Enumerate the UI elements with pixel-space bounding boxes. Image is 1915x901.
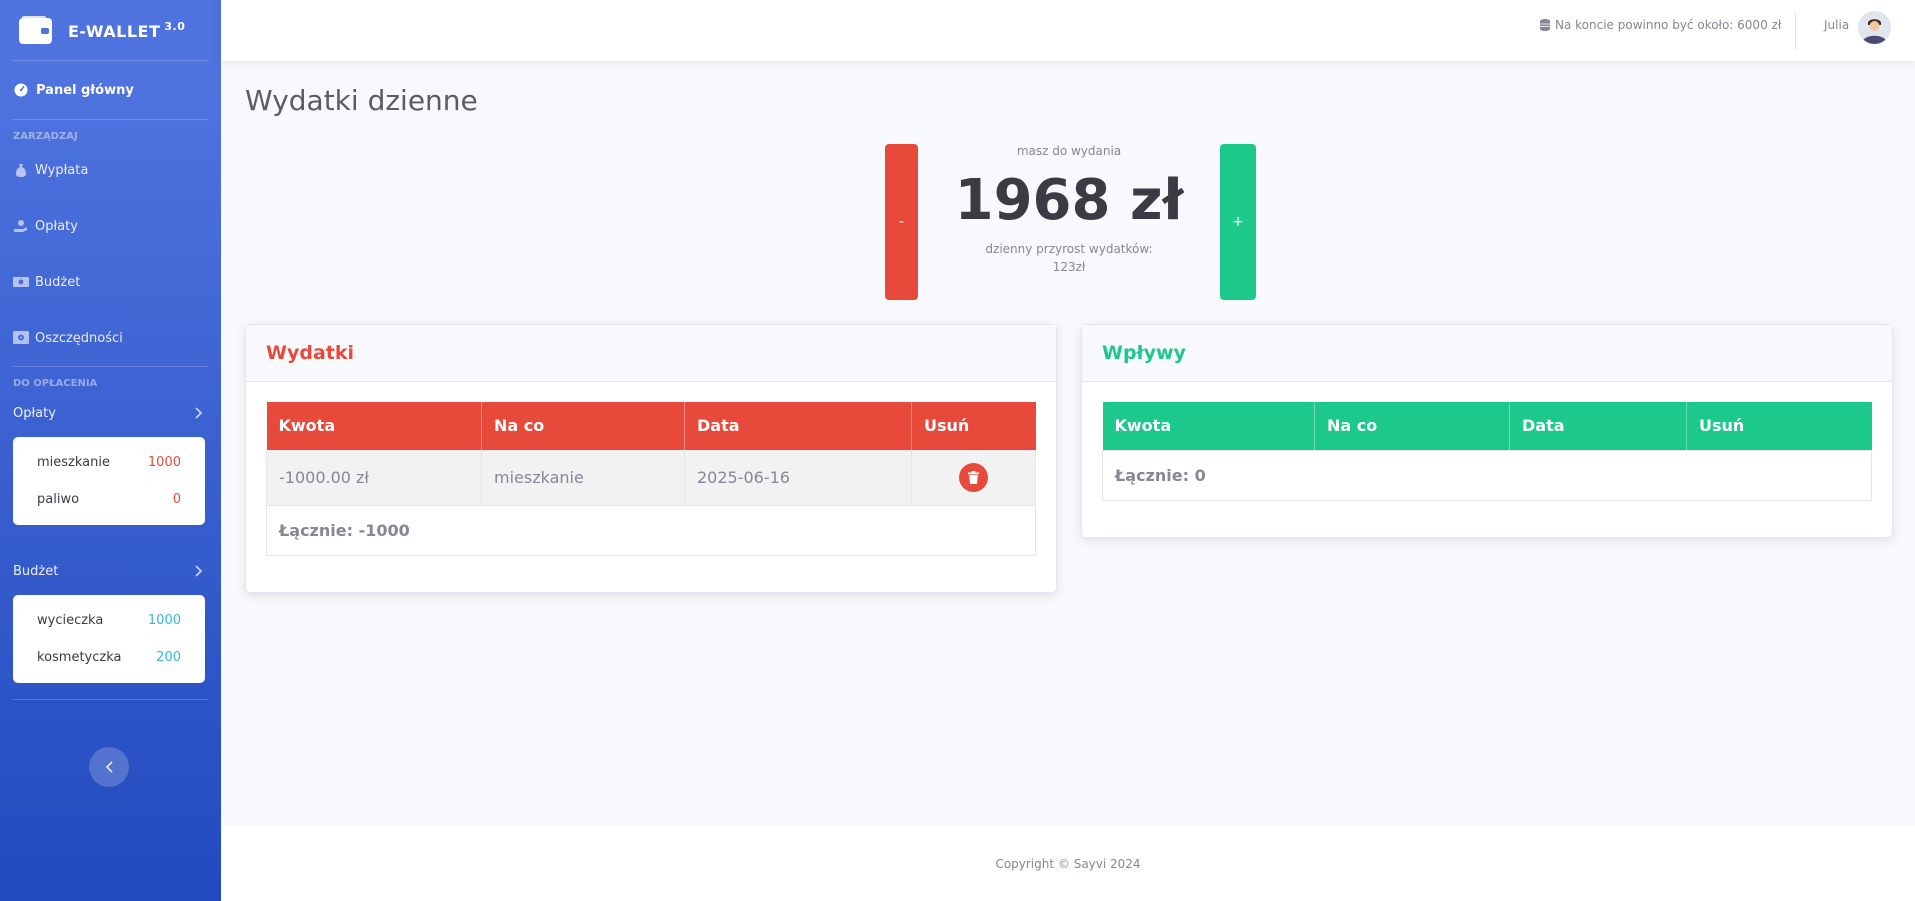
- fee-item[interactable]: mieszkanie 1000: [13, 444, 205, 481]
- table-row: -1000.00 zł mieszkanie 2025-06-16: [266, 449, 1036, 506]
- table-total-row: Łącznie: 0: [1102, 449, 1872, 501]
- sidebar-item-label: Oszczędności: [35, 330, 123, 346]
- fees-collapse-toggle[interactable]: Opłaty: [0, 389, 221, 437]
- user-name[interactable]: Julia: [1824, 18, 1849, 32]
- income-card-body: Kwota Na co Data Usuń Łącznie: 0: [1082, 382, 1892, 521]
- income-card-title: Wpływy: [1082, 325, 1892, 382]
- growth-info: dzienny przyrost wydatków: 123zł: [918, 240, 1220, 276]
- fees-collapse-title: Opłaty: [13, 405, 56, 421]
- cell-date: 2025-06-16: [684, 449, 912, 506]
- budget-value: 200: [156, 650, 181, 665]
- fee-value: 1000: [147, 455, 181, 470]
- account-info-text: Na koncie powinno być około: 6000 zł: [1555, 18, 1782, 32]
- subtract-button[interactable]: -: [885, 144, 918, 300]
- growth-label: dzienny przyrost wydatków:: [985, 241, 1153, 256]
- expenses-card-body: Kwota Na co Data Usuń -1000.00 zł mieszk…: [246, 382, 1056, 576]
- column-header[interactable]: Usuń: [1687, 402, 1872, 450]
- sidebar-heading-manage: ZARZĄDZAJ: [13, 131, 78, 142]
- chevron-right-icon: [195, 565, 203, 577]
- brand[interactable]: E-WALLET 3.0: [0, 0, 221, 60]
- fee-value: 0: [172, 492, 181, 507]
- table-header-row: Kwota Na co Data Usuń: [1102, 402, 1872, 450]
- budget-collapse-title: Budżet: [13, 563, 59, 579]
- safe-icon: [13, 331, 29, 345]
- sidebar-item-payout[interactable]: Wypłata: [0, 142, 221, 198]
- delete-button[interactable]: [959, 463, 988, 492]
- income-table: Kwota Na co Data Usuń Łącznie: 0: [1102, 402, 1872, 501]
- sidebar-item-label: Wypłata: [35, 162, 89, 178]
- user-avatar-icon: [1858, 11, 1891, 44]
- expenses-card-title: Wydatki: [246, 325, 1056, 382]
- fee-name: mieszkanie: [37, 455, 110, 470]
- banknote-icon: [13, 276, 29, 288]
- budget-collapse-list: wycieczka 1000 kosmetyczka 200: [13, 595, 205, 683]
- fee-item[interactable]: paliwo 0: [13, 481, 205, 518]
- sidebar-toggle-button[interactable]: [89, 747, 129, 787]
- spend-summary: masz do wydania 1968 zł dzienny przyrost…: [918, 144, 1220, 276]
- fee-name: paliwo: [37, 492, 80, 507]
- expenses-total: Łącznie: -1000: [266, 504, 1036, 556]
- trash-icon: [968, 471, 979, 484]
- page-title: Wydatki dzienne: [245, 84, 478, 117]
- column-header[interactable]: Kwota: [266, 402, 482, 450]
- copyright-text: Copyright © Sayvi 2024: [995, 856, 1141, 871]
- income-card: Wpływy Kwota Na co Data Usuń Łącznie: 0: [1081, 324, 1893, 538]
- brand-name: E-WALLET 3.0: [68, 19, 186, 41]
- tachometer-icon: [14, 83, 28, 97]
- topbar: Na koncie powinno być około: 6000 zł Jul…: [221, 0, 1915, 61]
- sidebar: E-WALLET 3.0 Panel główny ZARZĄDZAJ Wypła…: [0, 0, 221, 901]
- add-button[interactable]: +: [1220, 144, 1256, 300]
- expenses-card: Wydatki Kwota Na co Data Usuń -1000.00 z…: [245, 324, 1057, 593]
- budget-name: wycieczka: [37, 613, 104, 628]
- table-header-row: Kwota Na co Data Usuń: [266, 402, 1036, 450]
- sidebar-item-label: Opłaty: [35, 218, 78, 234]
- hand-coin-icon: [13, 219, 29, 233]
- budget-item[interactable]: wycieczka 1000: [13, 602, 205, 639]
- income-total: Łącznie: 0: [1102, 449, 1872, 501]
- spend-amount: 1968 zł: [954, 168, 1184, 233]
- table-total-row: Łącznie: -1000: [266, 504, 1036, 556]
- column-header[interactable]: Usuń: [912, 402, 1036, 450]
- sidebar-heading-due: DO OPŁACENIA: [13, 378, 98, 389]
- sidebar-divider: [13, 699, 208, 700]
- column-header[interactable]: Na co: [481, 402, 685, 450]
- to-spend-label: masz do wydania: [1016, 144, 1122, 158]
- column-header[interactable]: Na co: [1314, 402, 1510, 450]
- budget-name: kosmetyczka: [37, 650, 122, 665]
- sidebar-item-savings[interactable]: Oszczędności: [0, 310, 221, 366]
- sidebar-item-label: Budżet: [35, 274, 81, 290]
- avatar[interactable]: [1858, 11, 1891, 44]
- wallet-icon: [19, 16, 52, 44]
- sidebar-item-label: Panel główny: [36, 82, 134, 98]
- footer: Copyright © Sayvi 2024: [221, 826, 1915, 901]
- column-header[interactable]: Data: [684, 402, 912, 450]
- account-info: Na koncie powinno być około: 6000 zł: [1538, 18, 1781, 32]
- money-bag-icon: [13, 163, 29, 177]
- cell-for: mieszkanie: [481, 449, 685, 506]
- cell-amount: -1000.00 zł: [266, 449, 482, 506]
- sidebar-item-dashboard[interactable]: Panel główny: [0, 61, 221, 119]
- expenses-table: Kwota Na co Data Usuń -1000.00 zł mieszk…: [266, 402, 1036, 556]
- cell-delete: [911, 449, 1036, 506]
- chevron-right-icon: [195, 407, 203, 419]
- chevron-left-icon: [105, 761, 113, 773]
- fees-collapse-list: mieszkanie 1000 paliwo 0: [13, 437, 205, 525]
- coins-icon: [1540, 19, 1550, 31]
- sidebar-item-fees[interactable]: Opłaty: [0, 198, 221, 254]
- budget-value: 1000: [147, 613, 181, 628]
- column-header[interactable]: Data: [1509, 402, 1687, 450]
- brand-version: 3.0: [164, 19, 186, 33]
- growth-value: 123zł: [1052, 259, 1086, 274]
- budget-item[interactable]: kosmetyczka 200: [13, 639, 205, 676]
- budget-collapse-toggle[interactable]: Budżet: [0, 547, 221, 595]
- column-header[interactable]: Kwota: [1102, 402, 1315, 450]
- topbar-divider: [1795, 12, 1796, 50]
- sidebar-item-budget[interactable]: Budżet: [0, 254, 221, 310]
